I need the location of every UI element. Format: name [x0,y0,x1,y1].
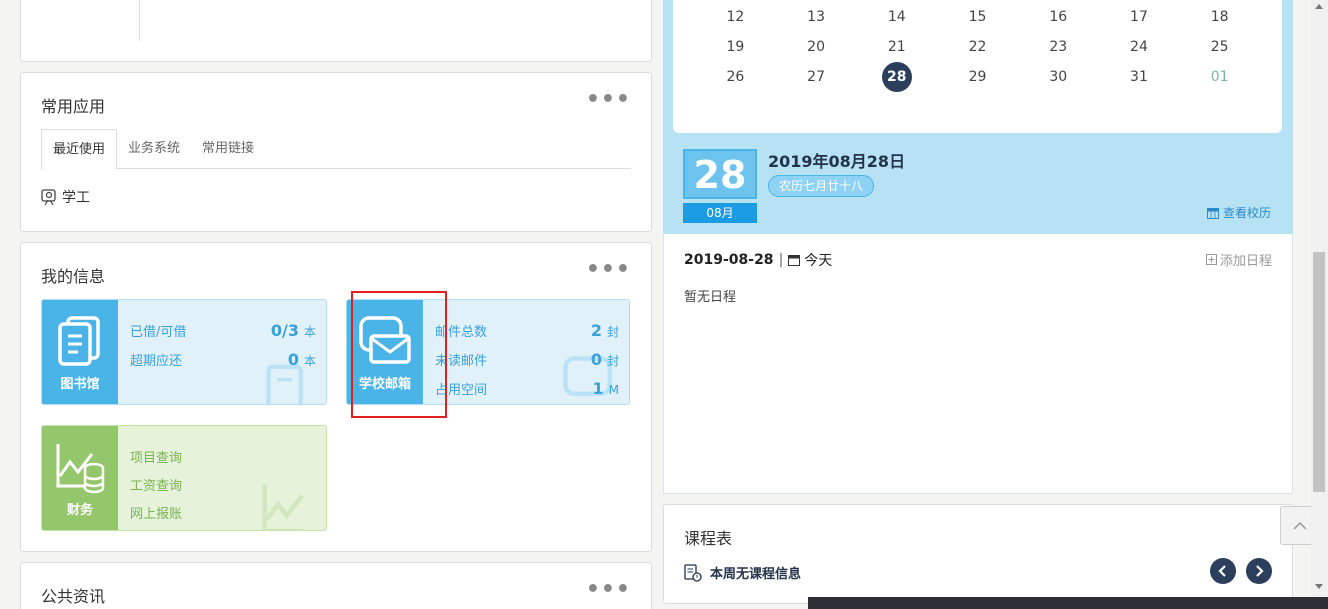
schedule-header: 2019-08-28 | 今天 [684,250,832,270]
calendar-week: 12 13 14 15 16 17 18 [695,2,1260,32]
date-title: 2019年08月28日 [768,152,906,171]
common-apps-card: 常用应用 ••• 最近使用 业务系统 常用链接 学工 [20,72,652,232]
calendar-day[interactable]: 14 [856,2,937,32]
tab-business[interactable]: 业务系统 [117,129,191,168]
tile-label: 财务 [66,503,93,518]
student-affairs-icon [41,188,56,205]
calendar-panel: 12 13 14 15 16 17 18 19 20 21 22 23 24 2… [663,0,1293,234]
scrollbar[interactable] [1311,0,1328,609]
calendar-day-today[interactable]: 28 [856,62,937,92]
calendar-day[interactable]: 20 [776,32,857,62]
more-icon[interactable]: ••• [586,579,631,601]
calendar-day[interactable]: 13 [776,2,857,32]
calendar-day[interactable]: 18 [1179,2,1260,32]
calendar-week: 19 20 21 22 23 24 25 [695,32,1260,62]
card-title: 我的信息 [41,267,106,286]
info-row[interactable]: 邮件总数 2封 [435,316,619,345]
chevron-left-icon [1218,565,1226,577]
calendar-day-next-month[interactable]: 01 [1179,62,1260,92]
plus-square-icon [1205,254,1217,265]
today-circle: 28 [881,62,912,92]
row-value: 2 [590,321,602,340]
calendar-day[interactable]: 25 [1179,32,1260,62]
info-row[interactable]: 已借/可借 0/3 本 [130,316,316,345]
divider [139,0,140,41]
top-partial-card [20,0,652,62]
book-watermark-icon [266,364,303,404]
timetable-empty: 本周无课程信息 [684,563,801,582]
schedule-date: 2019-08-28 [684,252,774,268]
news-card: 公共资讯 ••• [20,562,652,609]
calendar-day[interactable]: 12 [695,2,776,32]
app-item-label: 学工 [62,190,90,206]
calendar-day[interactable]: 29 [937,62,1018,92]
calendar-day[interactable]: 30 [1018,62,1099,92]
timetable-card: 课程表 本周无课程信息 [663,504,1293,604]
scroll-up-icon[interactable] [1315,4,1323,9]
chevron-up-icon [1293,521,1307,530]
finance-tile[interactable]: 财务 项目查询 工资查询 网上报账 [41,425,327,531]
month-label: 08月 [683,203,757,223]
finance-watermark-icon [262,484,305,530]
schedule-empty: 暂无日程 [684,290,737,305]
calendar-icon [788,255,801,266]
calendar-grid: 12 13 14 15 16 17 18 19 20 21 22 23 24 2… [673,0,1282,133]
my-info-card: 我的信息 ••• 图书馆 已借/可借 0/3 本 超期应还 0本 学校邮箱 邮件… [20,242,652,552]
view-calendar-label: 查看校历 [1222,206,1271,220]
lunar-badge: 农历七月廿十八 [768,175,875,197]
schedule-panel: 2019-08-28 | 今天 添加日程 暂无日程 [663,234,1293,494]
chevron-right-icon [1256,565,1264,577]
calendar-day[interactable]: 15 [937,2,1018,32]
calendar-day[interactable]: 21 [856,32,937,62]
library-tile[interactable]: 图书馆 已借/可借 0/3 本 超期应还 0本 [41,299,327,405]
calendar-icon [1206,207,1219,219]
tab-links[interactable]: 常用链接 [191,129,265,168]
app-item-xuegong[interactable]: 学工 [41,187,90,207]
timetable-empty-label: 本周无课程信息 [710,567,802,582]
view-calendar-link[interactable]: 查看校历 [1206,204,1271,221]
row-label: 超期应还 [130,354,183,369]
calendar-day[interactable]: 24 [1099,32,1180,62]
calendar-day[interactable]: 31 [1099,62,1180,92]
scrollbar-thumb[interactable] [1313,252,1325,492]
row-unit: 封 [606,325,619,339]
prev-week-button[interactable] [1210,558,1236,584]
calendar-day[interactable]: 22 [937,32,1018,62]
separator: | [778,252,784,268]
app-tabs: 最近使用 业务系统 常用链接 [41,129,631,170]
card-title: 课程表 [684,529,733,548]
tab-recent[interactable]: 最近使用 [41,129,118,170]
calendar-day[interactable]: 16 [1018,2,1099,32]
card-title: 常用应用 [41,97,106,116]
big-date-box: 28 08月 [683,149,757,223]
finance-chart-icon [56,444,105,494]
calendar-day[interactable]: 19 [695,32,776,62]
calendar-day[interactable]: 23 [1018,32,1099,62]
scroll-down-icon[interactable] [1315,584,1323,589]
library-icon-box[interactable]: 图书馆 [42,300,118,404]
today-label: 今天 [804,253,833,269]
calendar-day[interactable]: 17 [1099,2,1180,32]
calendar-week: 26 27 28 29 30 31 01 [695,62,1260,92]
mail-watermark-icon [563,356,612,397]
book-icon [58,316,100,366]
more-icon[interactable]: ••• [586,89,631,111]
finance-link[interactable]: 项目查询 [130,442,316,470]
course-info-icon [684,563,702,582]
row-label: 已借/可借 [130,325,187,340]
more-icon[interactable]: ••• [586,259,631,281]
calendar-day[interactable]: 26 [695,62,776,92]
finance-icon-box[interactable]: 财务 [42,426,118,530]
row-unit: 本 [303,325,316,339]
tile-label: 图书馆 [60,377,100,392]
row-value: 0/3 [270,321,299,340]
add-schedule-label: 添加日程 [1219,254,1272,269]
next-week-button[interactable] [1246,558,1272,584]
big-day: 28 [683,149,757,199]
add-schedule-button[interactable]: 添加日程 [1205,250,1272,269]
calendar-day[interactable]: 27 [776,62,857,92]
annotation-toolbar [808,597,1328,609]
highlight-box [351,291,447,418]
card-title: 公共资讯 [41,587,106,606]
